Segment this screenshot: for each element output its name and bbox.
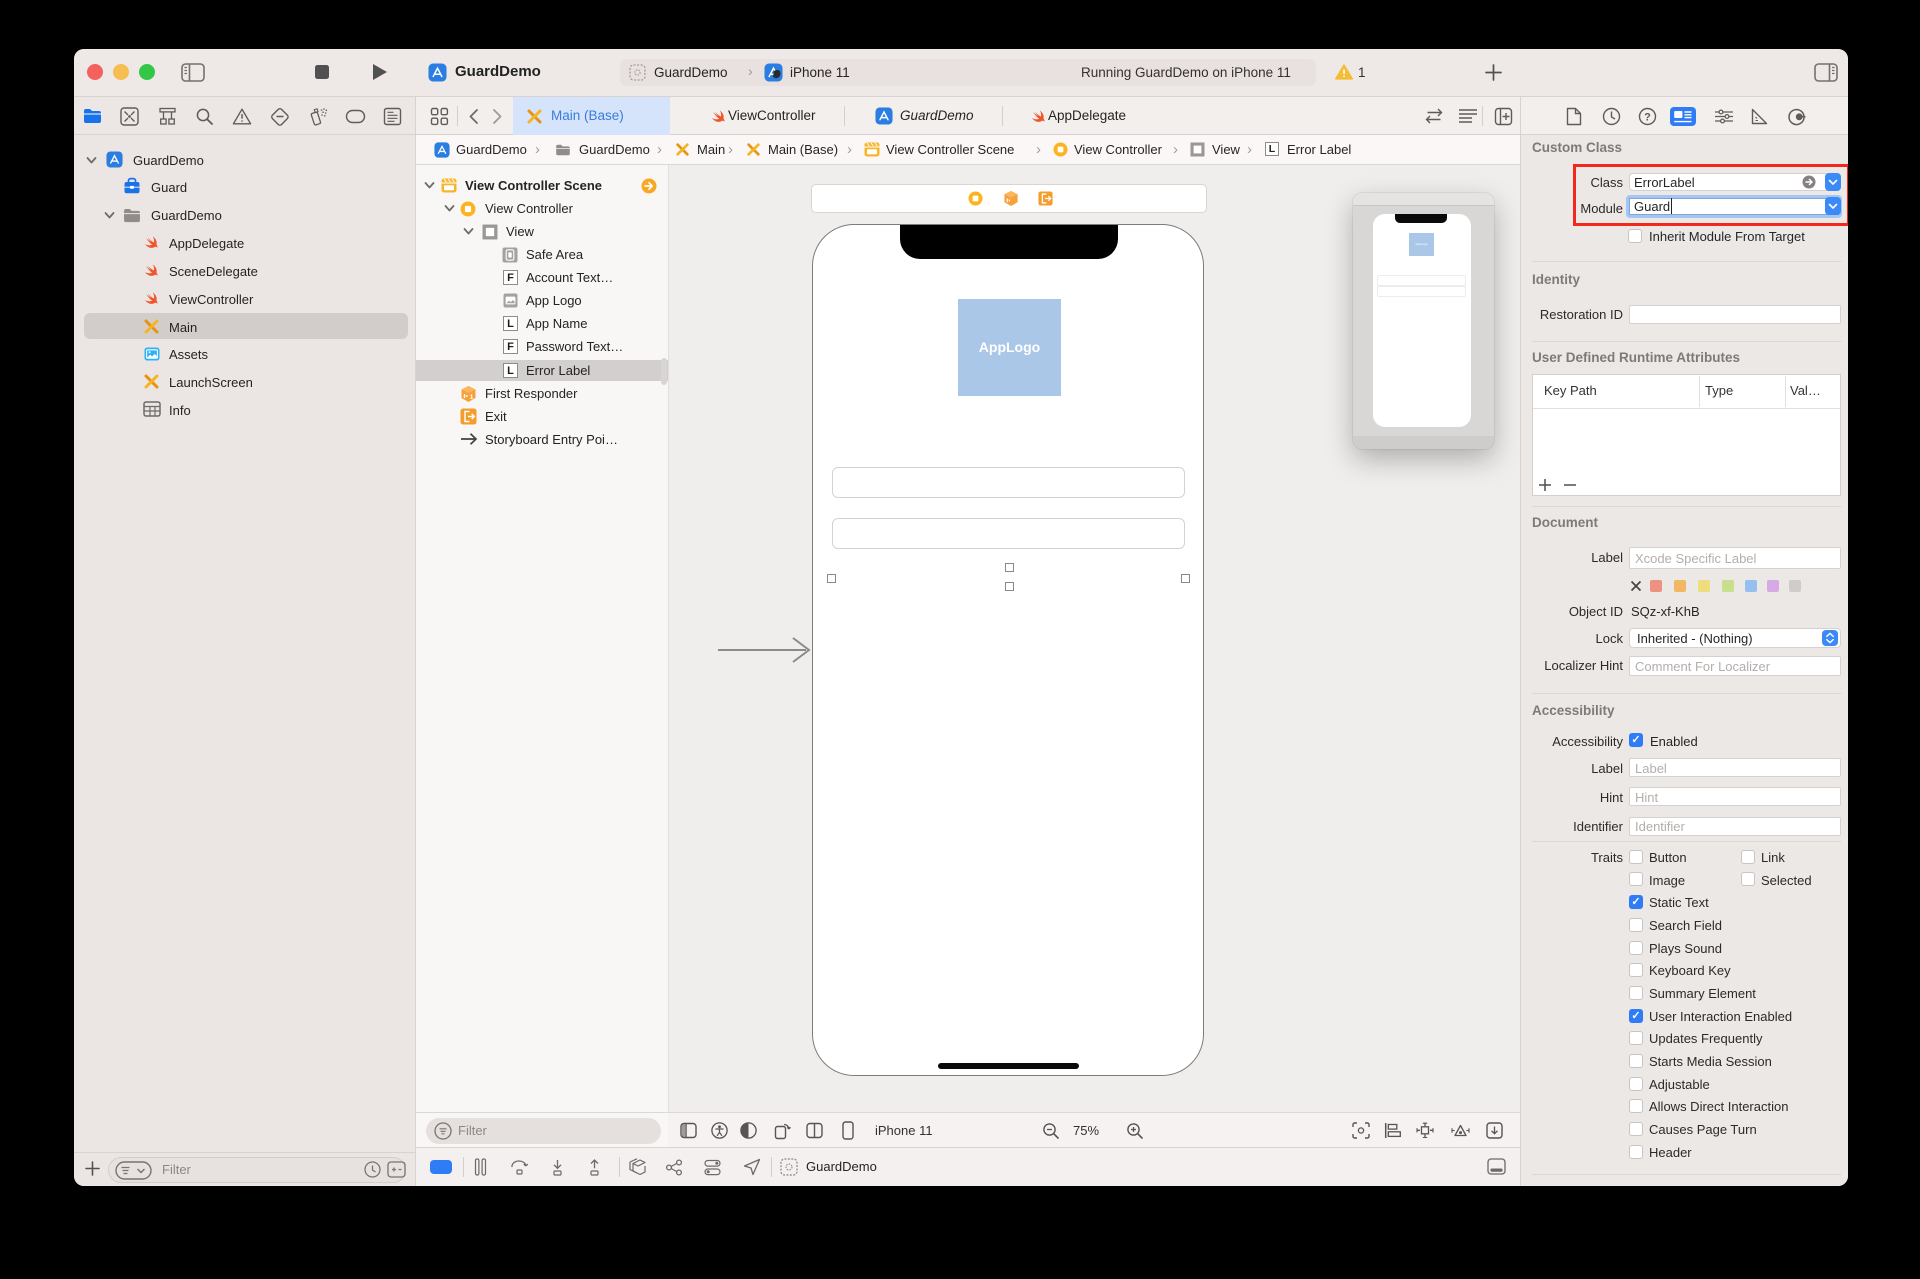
svg-text:1: 1 xyxy=(470,394,474,401)
svg-text:?: ? xyxy=(1644,111,1651,123)
